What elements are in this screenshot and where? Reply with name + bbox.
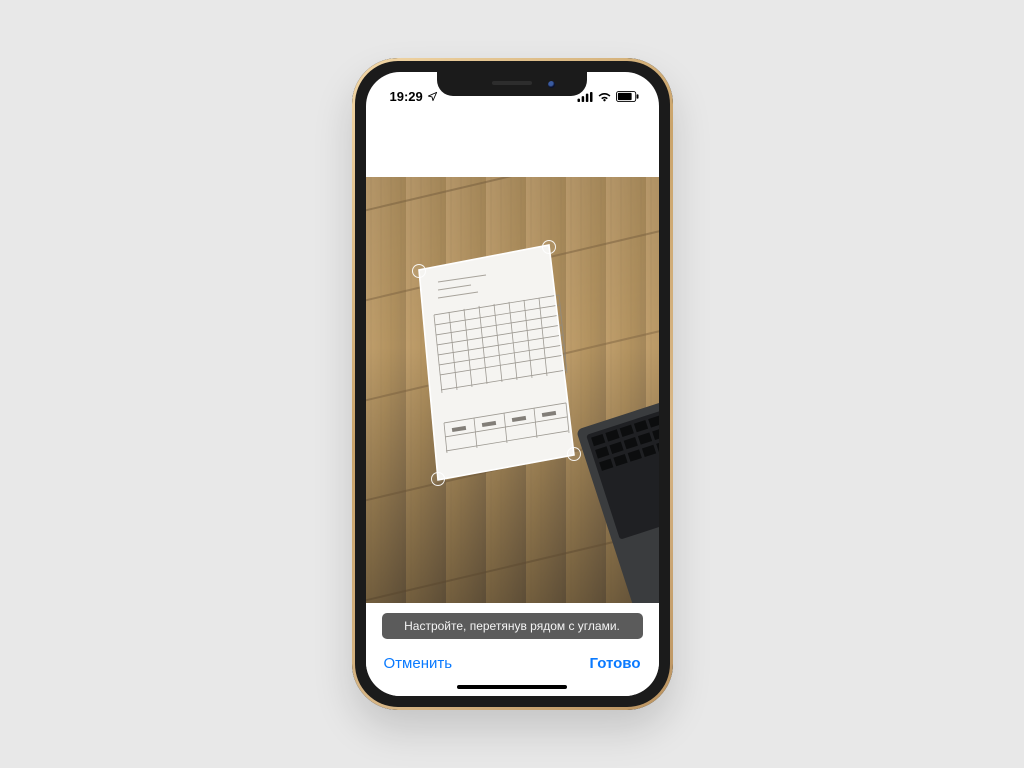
battery-icon <box>616 91 639 102</box>
nav-header <box>366 110 659 177</box>
scan-viewport[interactable] <box>366 177 659 603</box>
status-time: 19:29 <box>390 89 423 104</box>
status-left: 19:29 <box>384 89 438 104</box>
crop-handle-bottom-right[interactable] <box>567 447 581 461</box>
status-right <box>577 91 641 102</box>
camera-preview <box>366 177 659 603</box>
crop-handle-bottom-left[interactable] <box>431 472 445 486</box>
footer: Настройте, перетянув рядом с углами. Отм… <box>366 603 659 696</box>
crop-handle-top-right[interactable] <box>542 240 556 254</box>
wifi-icon <box>597 91 612 102</box>
crop-handle-top-left[interactable] <box>412 264 426 278</box>
phone-screen: 19:29 <box>366 72 659 696</box>
scanned-document <box>419 245 574 480</box>
phone-frame: 19:29 <box>352 58 673 710</box>
done-button[interactable]: Готово <box>585 653 644 674</box>
action-row: Отменить Готово <box>380 653 645 674</box>
crop-hint: Настройте, перетянув рядом с углами. <box>382 613 643 639</box>
cancel-button[interactable]: Отменить <box>380 653 457 674</box>
notch <box>437 72 587 96</box>
location-arrow-icon <box>427 91 438 102</box>
home-indicator[interactable] <box>457 685 567 689</box>
